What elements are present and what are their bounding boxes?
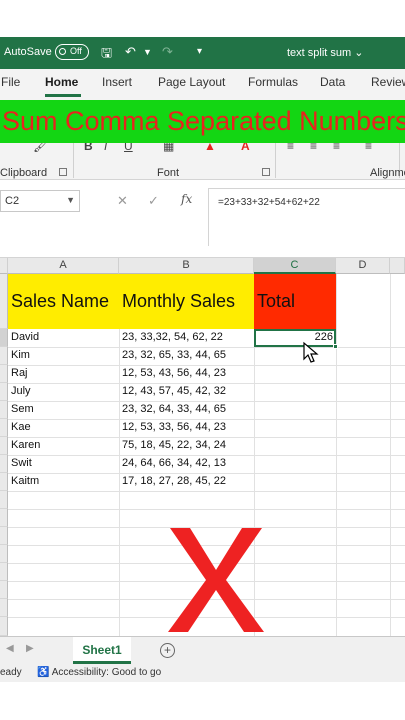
cell-name[interactable]: Swit [8, 455, 119, 473]
row-header[interactable] [0, 617, 8, 636]
mouse-cursor-icon [303, 341, 319, 363]
title-banner: Sum Comma Separated Numbers [0, 100, 405, 143]
cell-sales[interactable]: 23, 32, 64, 33, 44, 65 [119, 401, 254, 419]
tab-formulas[interactable]: Formulas [248, 75, 298, 89]
row-header[interactable] [0, 545, 8, 563]
name-box-value: C2 [5, 195, 20, 207]
cell-name[interactable]: Kim [8, 347, 119, 365]
undo-dropdown-icon[interactable]: ▼ [143, 47, 152, 57]
column-header-a[interactable]: A [8, 258, 119, 274]
row-header[interactable] [0, 274, 8, 329]
chevron-down-icon[interactable]: ▼ [66, 195, 75, 205]
cell-sales[interactable]: 75, 18, 45, 22, 34, 24 [119, 437, 254, 455]
ribbon-tabs: File Home Insert Page Layout Formulas Da… [0, 69, 405, 97]
sheet-tab-bar: ◀ ▶ Sheet1 + [0, 636, 405, 664]
row-header[interactable] [0, 329, 8, 347]
undo-icon[interactable]: ↶ [125, 44, 136, 60]
autosave-label: AutoSave [4, 46, 52, 58]
ribbon-separator [73, 142, 74, 178]
cell-name[interactable]: July [8, 383, 119, 401]
toggle-state: Off [70, 46, 82, 56]
cell-sales[interactable]: 17, 18, 27, 28, 45, 22 [119, 473, 254, 491]
row-header[interactable] [0, 599, 8, 617]
active-cell-outline [254, 329, 336, 347]
cell-sales[interactable]: 23, 32, 65, 33, 44, 65 [119, 347, 254, 365]
ribbon-separator [275, 142, 276, 178]
prev-sheet-icon[interactable]: ◀ [6, 643, 14, 654]
row-header[interactable] [0, 383, 8, 401]
gridline [8, 509, 405, 510]
formula-input[interactable]: =23+33+32+54+62+22 [208, 188, 405, 246]
tab-page-layout[interactable]: Page Layout [158, 75, 225, 89]
row-header[interactable] [0, 419, 8, 437]
accessibility-status[interactable]: ♿ Accessibility: Good to go [37, 667, 161, 678]
worksheet-grid[interactable]: A B C D Sales Name Monthly Sales Total D… [0, 258, 405, 636]
column-header-b[interactable]: B [119, 258, 254, 274]
column-header-c[interactable]: C [254, 258, 336, 274]
autosave-toggle[interactable]: Off [55, 44, 89, 60]
font-launcher-icon[interactable] [262, 168, 270, 176]
column-header-d[interactable]: D [336, 258, 390, 274]
cell-name[interactable]: Sem [8, 401, 119, 419]
cell-sales[interactable]: 12, 43, 57, 45, 42, 32 [119, 383, 254, 401]
save-icon[interactable]: 🖫 [101, 44, 112, 66]
cell-name[interactable]: Raj [8, 365, 119, 383]
header-cell-sales-name[interactable]: Sales Name [8, 274, 119, 329]
cell-sales[interactable]: 12, 53, 33, 56, 44, 23 [119, 419, 254, 437]
cell-name[interactable]: Karen [8, 437, 119, 455]
enter-icon[interactable]: ✓ [148, 193, 159, 209]
clipboard-launcher-icon[interactable] [59, 168, 67, 176]
excel-window: AutoSave Off 🖫 ↶ ▼ ↷ ▾ text split sum ⌄ … [0, 0, 405, 720]
toggle-knob [59, 48, 66, 55]
status-ready: eady [0, 667, 22, 678]
customize-toolbar-icon[interactable]: ▾ [197, 46, 202, 57]
cell-name[interactable]: Kaitm [8, 473, 119, 491]
column-header-e[interactable] [390, 258, 405, 274]
next-sheet-icon[interactable]: ▶ [26, 643, 34, 654]
cell-name[interactable]: David [8, 329, 119, 347]
formula-bar: C2 ▼ ✕ ✓ fx =23+33+32+54+62+22 [0, 180, 405, 258]
tab-home[interactable]: Home [45, 75, 78, 89]
tab-insert[interactable]: Insert [102, 75, 132, 89]
cell-sales[interactable]: 12, 53, 43, 56, 44, 23 [119, 365, 254, 383]
cancel-icon[interactable]: ✕ [117, 193, 128, 209]
fill-handle[interactable] [333, 344, 338, 349]
insert-function-icon[interactable]: fx [181, 192, 192, 206]
group-label-alignment: Alignme [370, 167, 405, 179]
row-header[interactable] [0, 455, 8, 473]
group-label-clipboard: Clipboard [0, 167, 48, 179]
row-header[interactable] [0, 347, 8, 365]
select-all-corner[interactable] [0, 258, 8, 274]
name-box[interactable]: C2 ▼ [0, 190, 80, 212]
red-x-mark-icon [168, 528, 264, 632]
cell-name[interactable]: Kae [8, 419, 119, 437]
redo-icon: ↷ [162, 44, 173, 59]
add-sheet-icon[interactable]: + [160, 643, 175, 658]
cell-sales[interactable]: 24, 64, 66, 34, 42, 13 [119, 455, 254, 473]
tab-file[interactable]: File [1, 75, 20, 89]
sheet-tab-sheet1[interactable]: Sheet1 [73, 637, 131, 664]
group-label-font: Font [157, 167, 180, 179]
title-bar: AutoSave Off 🖫 ↶ ▼ ↷ ▾ text split sum ⌄ [0, 37, 405, 69]
document-title[interactable]: text split sum ⌄ [287, 46, 363, 59]
gridline [8, 491, 405, 492]
cell-sales[interactable]: 23, 33,32, 54, 62, 22 [119, 329, 254, 347]
row-header[interactable] [0, 491, 8, 509]
header-cell-monthly-sales[interactable]: Monthly Sales [119, 274, 254, 329]
row-header[interactable] [0, 365, 8, 383]
row-header[interactable] [0, 527, 8, 545]
row-header[interactable] [0, 401, 8, 419]
tab-data[interactable]: Data [320, 75, 345, 89]
status-bar: eady ♿ Accessibility: Good to go [0, 664, 405, 682]
row-header[interactable] [0, 563, 8, 581]
row-header[interactable] [0, 509, 8, 527]
row-header[interactable] [0, 473, 8, 491]
tab-review[interactable]: Review [371, 75, 405, 89]
header-cell-total[interactable]: Total [254, 274, 336, 329]
row-header[interactable] [0, 581, 8, 599]
row-header[interactable] [0, 437, 8, 455]
